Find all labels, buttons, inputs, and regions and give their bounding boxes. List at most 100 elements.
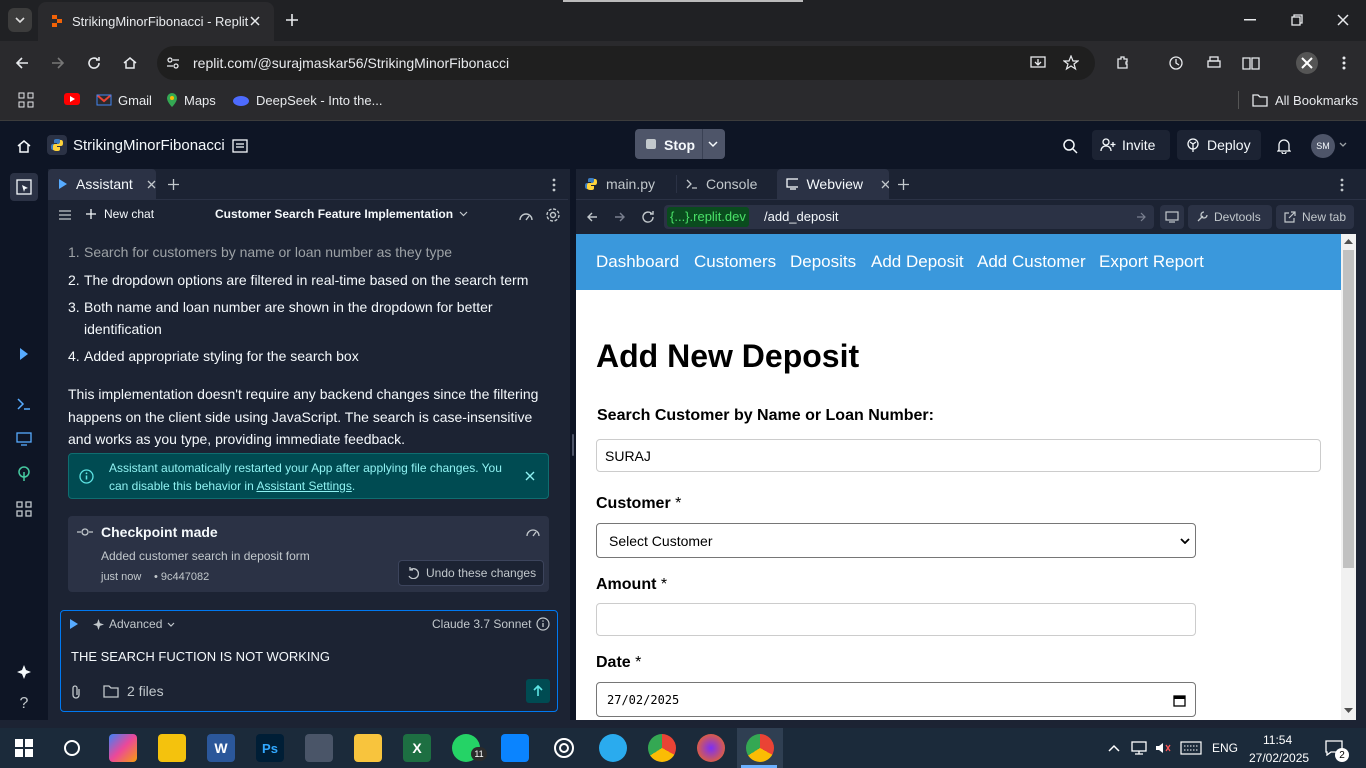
user-avatar[interactable]: SM <box>1311 134 1335 158</box>
chrome-icon[interactable] <box>648 734 676 762</box>
print-icon[interactable] <box>1204 53 1224 73</box>
telegram-icon[interactable] <box>599 734 627 762</box>
usage-gauge-icon[interactable] <box>518 207 534 223</box>
excel-icon[interactable]: X <box>403 734 431 762</box>
customer-select[interactable]: Select Customer <box>596 523 1196 558</box>
home-icon[interactable] <box>14 136 34 156</box>
help-icon[interactable]: ? <box>14 694 34 714</box>
project-info-icon[interactable] <box>230 136 250 156</box>
close-tab-icon[interactable] <box>147 180 156 189</box>
invite-button[interactable]: Invite <box>1092 130 1170 160</box>
amount-input[interactable] <box>596 603 1196 636</box>
network-icon[interactable] <box>1130 740 1148 756</box>
webview-rail-icon[interactable] <box>14 429 34 449</box>
reading-mode-icon[interactable] <box>1241 53 1261 73</box>
search-icon[interactable] <box>1060 136 1080 156</box>
keyboard-icon[interactable] <box>1180 740 1202 756</box>
back-arrow-icon[interactable] <box>12 53 32 73</box>
date-input[interactable]: 27/02/2025 <box>596 682 1196 717</box>
windows-start-icon[interactable] <box>12 736 36 760</box>
more-options-icon[interactable] <box>1336 177 1348 193</box>
address-bar[interactable]: replit.com/@surajmaskar56/StrikingMinorF… <box>157 46 1095 80</box>
bookmark-maps[interactable]: Maps <box>166 92 216 108</box>
profile-avatar[interactable] <box>1296 52 1318 74</box>
stop-button[interactable]: Stop <box>635 129 725 159</box>
photoshop-icon[interactable]: Ps <box>256 734 284 762</box>
settings-gear-icon[interactable] <box>545 207 561 223</box>
browser-tab-active[interactable]: StrikingMinorFibonacci - Replit <box>38 2 274 41</box>
apps-grid-icon[interactable] <box>18 92 34 108</box>
all-tools-icon[interactable] <box>14 499 34 519</box>
info-icon[interactable] <box>535 616 550 631</box>
deployments-rail-icon[interactable] <box>14 464 34 484</box>
close-window-icon[interactable] <box>1333 10 1353 30</box>
new-tab-button[interactable]: New tab <box>1276 205 1354 229</box>
file-explorer-icon[interactable] <box>354 734 382 762</box>
device-preview-button[interactable] <box>1160 205 1184 229</box>
assistant-settings-link[interactable]: Assistant Settings <box>256 479 351 493</box>
reload-icon[interactable] <box>84 53 104 73</box>
usage-gauge-icon[interactable] <box>525 525 541 539</box>
new-tab-icon[interactable] <box>282 10 302 30</box>
sticky-notes-icon[interactable] <box>158 734 186 762</box>
clock-time[interactable]: 11:54 <box>1263 733 1292 747</box>
new-chat-button[interactable]: New chat <box>86 207 154 221</box>
close-tab-icon[interactable] <box>881 180 889 189</box>
sparkle-icon[interactable] <box>14 662 34 682</box>
webview-back-icon[interactable] <box>584 209 600 225</box>
chevron-up-icon[interactable] <box>1106 740 1122 756</box>
mode-dropdown[interactable]: Advanced <box>93 617 175 631</box>
nav-export-report[interactable]: Export Report <box>1099 252 1204 272</box>
butterfly-app-icon[interactable] <box>501 734 529 762</box>
chrome-menu-icon[interactable] <box>1334 53 1354 73</box>
shell-icon[interactable] <box>14 394 34 414</box>
model-label[interactable]: Claude 3.7 Sonnet <box>432 617 531 631</box>
project-name[interactable]: StrikingMinorFibonacci <box>73 137 225 154</box>
install-app-icon[interactable] <box>1029 54 1047 72</box>
nav-add-deposit[interactable]: Add Deposit <box>871 252 964 272</box>
tab-webview[interactable]: Webview <box>777 169 889 199</box>
webview-scrollbar[interactable] <box>1341 234 1356 720</box>
chevron-down-icon[interactable] <box>1338 140 1348 150</box>
more-options-icon[interactable] <box>548 177 560 193</box>
bookmark-star-icon[interactable] <box>1062 54 1080 72</box>
files-toggle-icon[interactable] <box>10 173 38 201</box>
language-indicator[interactable]: ENG <box>1212 741 1238 755</box>
bookmark-deepseek[interactable]: DeepSeek - Into the... <box>232 92 382 108</box>
tab-search-button[interactable] <box>8 8 32 32</box>
close-tab-icon[interactable] <box>246 12 264 30</box>
bell-icon[interactable] <box>1274 136 1294 156</box>
customer-search-input[interactable]: SURAJ <box>596 439 1321 472</box>
nav-add-customer[interactable]: Add Customer <box>977 252 1086 272</box>
nav-deposits[interactable]: Deposits <box>790 252 856 272</box>
chat-input[interactable]: THE SEARCH FUCTION IS NOT WORKING <box>71 649 541 664</box>
chatgpt-icon[interactable] <box>550 734 578 762</box>
send-button[interactable] <box>526 679 550 703</box>
nav-customers[interactable]: Customers <box>694 252 776 272</box>
paperclip-icon[interactable] <box>69 684 83 700</box>
devtools-button[interactable]: Devtools <box>1188 205 1272 229</box>
scroll-down-icon[interactable] <box>1344 708 1353 714</box>
webview-forward-icon[interactable] <box>612 209 628 225</box>
add-tab-icon[interactable] <box>166 177 180 191</box>
volume-muted-icon[interactable] <box>1154 740 1172 756</box>
scrollbar-thumb[interactable] <box>1343 250 1354 568</box>
all-bookmarks-button[interactable]: All Bookmarks <box>1252 92 1358 108</box>
clock-date[interactable]: 27/02/2025 <box>1249 751 1309 765</box>
chevron-down-icon[interactable] <box>705 137 721 151</box>
tab-main-py[interactable]: main.py <box>576 169 676 199</box>
calculator-icon[interactable] <box>305 734 333 762</box>
site-info-icon[interactable] <box>165 55 181 71</box>
tab-console[interactable]: Console <box>677 169 777 199</box>
scroll-up-icon[interactable] <box>1344 238 1353 244</box>
forward-arrow-icon[interactable] <box>48 53 68 73</box>
go-arrow-icon[interactable] <box>1135 211 1147 223</box>
extensions-icon[interactable] <box>1113 53 1133 73</box>
nav-dashboard[interactable]: Dashboard <box>596 252 679 272</box>
add-tab-icon[interactable] <box>896 177 910 191</box>
word-icon[interactable]: W <box>207 734 235 762</box>
assistant-rail-icon[interactable] <box>14 344 34 364</box>
deploy-button[interactable]: Deploy <box>1177 130 1261 160</box>
webview-url-bar[interactable]: {...}.replit.dev /add_deposit <box>664 205 1154 229</box>
calendar-icon[interactable] <box>1171 692 1187 708</box>
